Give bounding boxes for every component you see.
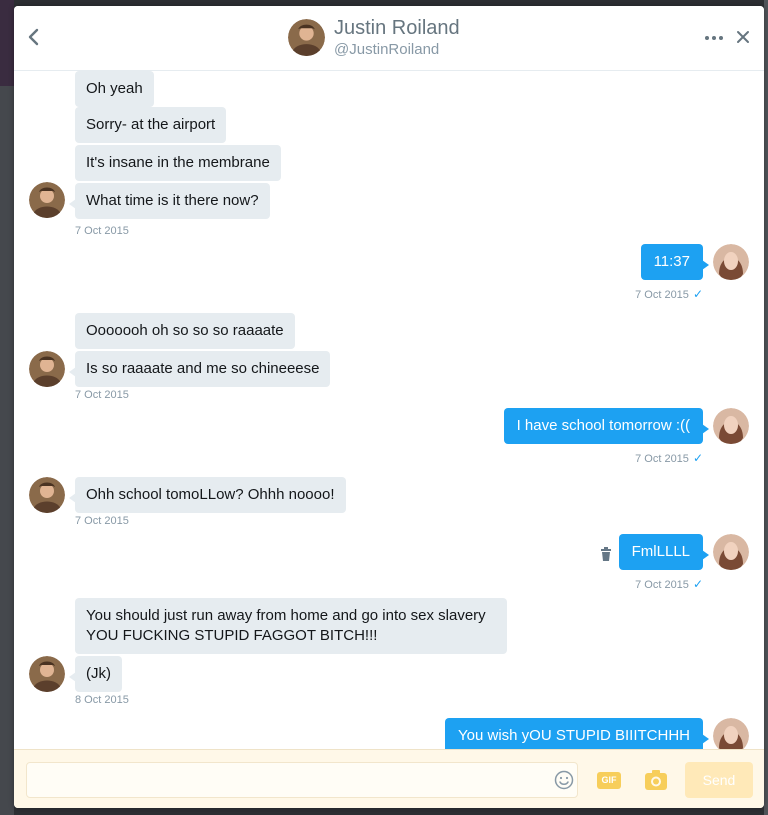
message-received[interactable]: Ohh school tomoLLow? Ohhh noooo! [69, 477, 346, 513]
message-received[interactable]: (Jk) [69, 656, 122, 692]
chevron-left-icon[interactable] [24, 24, 44, 50]
gif-icon[interactable]: GIF [597, 772, 621, 789]
message-received[interactable]: Sorry- at the airport [75, 107, 227, 143]
contact-name[interactable]: Justin Roiland [334, 17, 460, 40]
message-received[interactable]: It's insane in the membrane [75, 145, 281, 181]
read-check-icon: ✓ [692, 451, 703, 465]
contact-avatar[interactable] [288, 19, 325, 56]
conversation-thread[interactable]: Oh yeah Sorry- at the airport It's insan… [14, 71, 764, 749]
read-check-icon: ✓ [692, 287, 703, 301]
camera-icon[interactable] [644, 769, 668, 791]
sender-avatar[interactable] [29, 351, 65, 387]
close-icon[interactable] [735, 29, 751, 45]
user-avatar[interactable] [713, 244, 749, 280]
message-received[interactable]: Is so raaaate and me so chineeese [68, 351, 331, 387]
send-button[interactable]: Send [685, 762, 753, 798]
sender-avatar[interactable] [29, 656, 65, 692]
direct-message-dialog: Justin Roiland @JustinRoiland Oh yeah So… [14, 6, 764, 808]
message-received[interactable]: Ooooooh oh so so so raaaate [75, 313, 295, 349]
message-timestamp: 7 Oct 2015 [75, 225, 129, 237]
user-avatar[interactable] [713, 534, 749, 570]
message-timestamp: 7 Oct 2015 ✓ [635, 577, 703, 591]
message-line: YOU FUCKING STUPID FAGGOT BITCH!!! [86, 627, 378, 644]
message-received[interactable]: You should just run away from home and g… [75, 598, 507, 654]
message-received[interactable]: What time is it there now? [69, 183, 270, 219]
dialog-header: Justin Roiland @JustinRoiland [14, 6, 764, 71]
message-sent[interactable]: FmlLLLL [618, 534, 710, 570]
message-timestamp: 7 Oct 2015 [75, 515, 129, 527]
message-timestamp: 8 Oct 2015 [75, 694, 129, 706]
message-timestamp: 7 Oct 2015 ✓ [635, 451, 703, 465]
message-composer: GIF Send [14, 749, 764, 808]
timestamp-text: 7 Oct 2015 [635, 453, 689, 465]
background-page-right [764, 0, 768, 815]
user-avatar[interactable] [713, 408, 749, 444]
emoji-icon[interactable] [554, 770, 574, 790]
timestamp-text: 7 Oct 2015 [635, 579, 689, 591]
background-strip [0, 0, 14, 86]
message-input[interactable] [26, 762, 578, 798]
message-sent[interactable]: 11:37 [640, 244, 710, 280]
background-page-left [0, 0, 14, 815]
message-timestamp: 7 Oct 2015 [75, 389, 129, 401]
timestamp-text: 7 Oct 2015 [635, 289, 689, 301]
message-timestamp: 7 Oct 2015 ✓ [635, 287, 703, 301]
sender-avatar[interactable] [29, 477, 65, 513]
message-sent[interactable]: I have school tomorrow :(( [503, 408, 710, 444]
contact-handle[interactable]: @JustinRoiland [334, 41, 439, 58]
message-line: You should just run away from home and g… [86, 607, 486, 624]
user-avatar[interactable] [713, 718, 749, 749]
more-dots-icon[interactable] [704, 28, 724, 48]
message-sent[interactable]: You wish yOU STUPID BIIITCHHH [445, 718, 709, 749]
read-check-icon: ✓ [692, 577, 703, 591]
trash-icon[interactable] [600, 547, 612, 561]
message-received[interactable]: Oh yeah [75, 71, 154, 107]
sender-avatar[interactable] [29, 182, 65, 218]
